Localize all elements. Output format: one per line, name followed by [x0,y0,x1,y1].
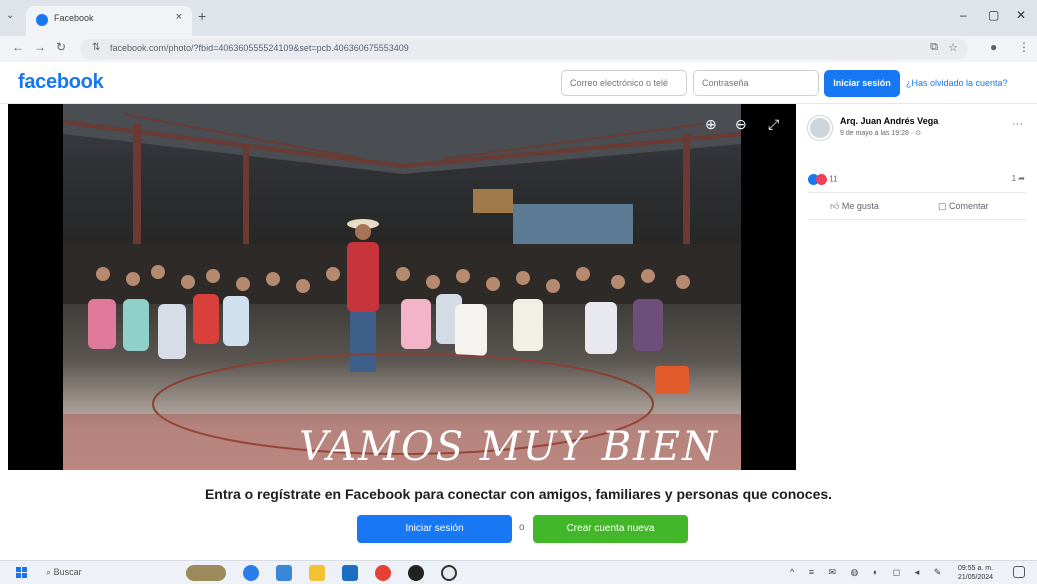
facebook-header: facebook Iniciar sesión ¿Has olvidado la… [0,62,1037,104]
share-count-value: 1 [1011,174,1017,183]
more-options-icon[interactable]: ··· [1012,118,1023,130]
edge-browser-icon[interactable] [243,565,259,581]
notifications-icon[interactable] [1013,566,1025,578]
create-account-button[interactable]: Crear cuenta nueva [533,515,688,543]
windows-taskbar: ⌕ Buscar ^ ≡ ✉ ◍ ◐ ◻ ◂ ✎ 09:55 a. m. 21/… [0,560,1037,584]
comment-button[interactable]: ▢ Comentar [938,201,989,212]
media-app-icon[interactable] [408,565,424,581]
photo-illustration [63,104,741,470]
task-view-icon[interactable] [276,565,292,581]
forward-arrow-icon[interactable]: → [34,40,46,54]
browser-toolbar: ← → ↻ ⇅ facebook.com/photo/?fbid=4063605… [0,36,1037,62]
prompt-login-button[interactable]: Iniciar sesión [357,515,512,543]
author-name[interactable]: Arq. Juan Andrés Vega [840,116,938,126]
password-field[interactable] [693,70,819,96]
outlook-icon[interactable] [342,565,358,581]
post-details-panel: Arq. Juan Andrés Vega 9 de mayo a las 19… [796,104,1037,470]
extension-icon[interactable]: ⧉ [930,41,938,54]
reaction-summary[interactable]: 11 [808,174,838,185]
site-info-icon[interactable]: ⇅ [92,42,100,53]
windows-start-icon[interactable] [16,567,28,579]
file-explorer-icon[interactable] [309,565,325,581]
comment-label: Comentar [949,201,989,211]
new-tab-button[interactable]: + [198,8,206,24]
login-button[interactable]: Iniciar sesión [824,70,900,97]
profile-icon[interactable]: ● [990,40,997,54]
bookmark-star-icon[interactable]: ☆ [948,41,958,54]
share-count[interactable]: 1 ➦ [1012,174,1025,183]
post-date[interactable]: 9 de mayo a las 19:28 · ⊙ [840,129,921,137]
reload-icon[interactable]: ↻ [56,40,66,54]
tab-title: Facebook [54,13,94,23]
search-icon: ⌕ [46,567,52,577]
like-label: Me gusta [841,201,879,211]
address-bar[interactable]: ⇅ facebook.com/photo/?fbid=4063605555241… [80,39,968,59]
thumbs-up-icon: 👍︎ [830,201,840,211]
url-text: facebook.com/photo/?fbid=406360555524109… [110,43,409,53]
browser-menu-icon[interactable]: ⋮ [1018,40,1030,54]
maximize-button[interactable]: ▢ [988,8,999,22]
clock-time: 09:55 a. m. [958,565,994,572]
post-action-row: 👍︎ Me gusta ▢ Comentar [808,192,1026,220]
photo-viewer: VAMOS MUY BIEN ⊕ ⊖ ⤢ [8,104,796,470]
system-tray[interactable]: ^ ≡ ✉ ◍ ◐ ◻ ◂ ✎ [790,567,947,578]
love-reaction-icon [816,174,827,185]
reaction-count: 11 [829,174,838,184]
tab-search-icon[interactable]: ⌄ [6,10,14,21]
email-field[interactable] [561,70,687,96]
taskbar-search[interactable]: ⌕ Buscar [46,567,82,578]
forgot-account-link[interactable]: ¿Has olvidado la cuenta? [906,78,1008,88]
facebook-logo[interactable]: facebook [18,71,104,94]
turtle-widget-icon[interactable] [186,565,226,581]
taskbar-clock[interactable]: 09:55 a. m. 21/05/2024 [958,564,993,582]
photo-caption: VAMOS MUY BIEN [299,424,720,470]
comment-icon: ▢ [938,201,947,211]
event-photo: VAMOS MUY BIEN [63,104,741,470]
author-avatar[interactable] [808,116,832,140]
like-button[interactable]: 👍︎ Me gusta [830,201,879,212]
tab-close-icon[interactable]: × [176,11,182,23]
back-arrow-icon[interactable]: ← [12,40,24,54]
circle-app-icon[interactable] [441,565,457,581]
zoom-out-icon[interactable]: ⊖ [735,116,747,133]
minimize-button[interactable]: – [960,8,967,22]
zoom-in-icon[interactable]: ⊕ [705,116,717,133]
browser-tab-strip: ⌄ Facebook × + – ▢ ✕ [0,0,1037,36]
or-separator: o [519,522,525,533]
facebook-favicon-icon [36,14,48,26]
chrome-icon[interactable] [375,565,391,581]
tab-facebook[interactable]: Facebook × [26,6,192,36]
close-window-button[interactable]: ✕ [1016,8,1026,22]
signup-prompt-text: Entra o regístrate en Facebook para cone… [204,486,833,502]
taskbar-search-label: Buscar [53,567,82,577]
clock-date: 21/05/2024 [958,574,994,581]
share-icon: ➦ [1018,174,1025,183]
fullscreen-icon[interactable]: ⤢ [768,116,779,133]
